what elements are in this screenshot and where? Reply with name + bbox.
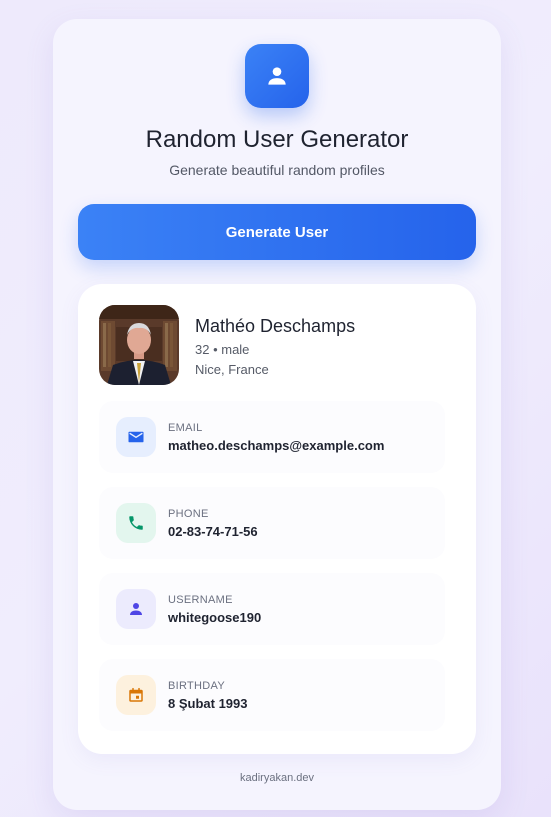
footer-credit: kadiryakan.dev [240,772,314,784]
phone-label: PHONE [168,508,209,520]
username-row: USERNAME whitegoose190 [99,573,445,645]
user-icon [130,603,142,615]
avatar [99,305,179,385]
logo-badge [245,44,309,108]
birthday-icon-box [116,675,156,715]
phone-value: 02-83-74-71-56 [168,524,258,539]
app-card: Random User Generator Generate beautiful… [53,19,501,810]
user-icon [268,67,286,85]
email-label: EMAIL [168,422,203,434]
email-value: matheo.deschamps@example.com [168,438,385,453]
phone-row: PHONE 02-83-74-71-56 [99,487,445,559]
page-title: Random User Generator [145,126,409,153]
generate-user-button[interactable]: Generate User [78,204,476,260]
birthday-row: BIRTHDAY 8 Şubat 1993 [99,659,445,731]
avatar-photo [99,305,179,385]
phone-icon [129,516,143,530]
birthday-value: 8 Şubat 1993 [168,696,248,711]
username-icon-box [116,589,156,629]
username-label: USERNAME [168,594,233,606]
mail-icon [128,431,144,443]
user-age-gender: 32 • male [195,342,250,357]
username-value: whitegoose190 [168,610,262,625]
email-row: EMAIL matheo.deschamps@example.com [99,401,445,473]
user-location: Nice, France [195,362,269,377]
calendar-icon [129,687,143,702]
user-name: Mathéo Deschamps [195,316,356,336]
profile-card: Mathéo Deschamps 32 • male Nice, France … [78,284,476,754]
birthday-label: BIRTHDAY [168,680,226,692]
page-subtitle: Generate beautiful random profiles [169,162,385,178]
phone-icon-box [116,503,156,543]
email-icon-box [116,417,156,457]
